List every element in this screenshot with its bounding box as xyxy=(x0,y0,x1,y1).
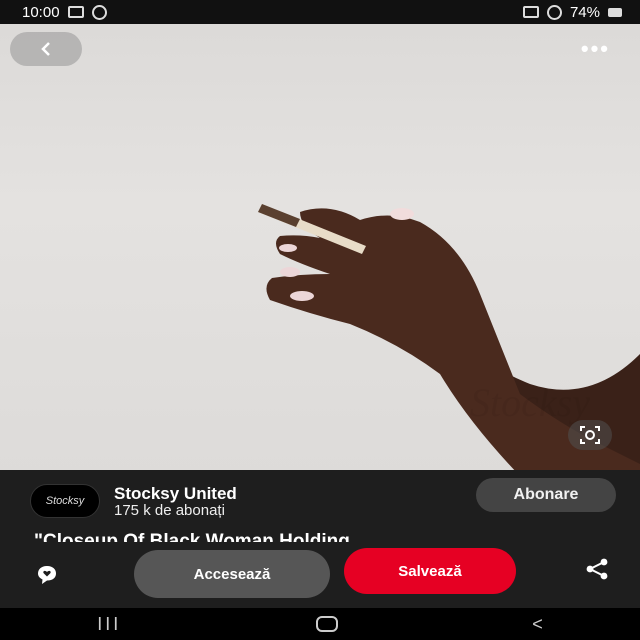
visual-search-icon xyxy=(580,426,600,444)
publisher-name[interactable]: Stocksy United xyxy=(114,484,237,504)
back-button[interactable] xyxy=(10,32,82,66)
pin-details-panel: Stocksy Stocksy United 175 k de abonați … xyxy=(0,470,640,608)
publisher-subscribers: 175 k de abonați xyxy=(114,502,225,519)
hand-illustration: Stocksy xyxy=(258,204,640,476)
clock: 10:00 xyxy=(22,3,60,21)
follow-button[interactable]: Abonare xyxy=(476,478,616,512)
save-button[interactable]: Salvează xyxy=(344,548,516,594)
publisher-avatar[interactable]: Stocksy xyxy=(30,484,100,518)
more-options-button[interactable]: ••• xyxy=(581,36,610,62)
action-row: Accesează Salvează xyxy=(0,544,640,600)
alarm-icon xyxy=(522,6,539,18)
visit-button[interactable]: Accesează xyxy=(134,550,330,598)
chevron-left-icon xyxy=(41,42,50,56)
svg-text:Stocksy: Stocksy xyxy=(470,380,590,425)
home-button[interactable] xyxy=(315,616,338,632)
wifi-icon xyxy=(546,4,562,20)
battery-icon xyxy=(608,7,622,17)
pin-image[interactable]: Stocksy ••• xyxy=(0,24,640,476)
pin-title: "Closeup Of Black Woman Holding xyxy=(34,531,350,542)
more-horizontal-icon: ••• xyxy=(580,36,610,61)
avatar-logo: Stocksy xyxy=(45,495,85,507)
status-bar: 10:00 74% xyxy=(0,0,640,24)
share-button[interactable] xyxy=(584,558,610,585)
share-icon xyxy=(586,558,608,580)
whatsapp-notification-icon xyxy=(91,4,107,20)
battery-percent: 74% xyxy=(569,3,600,21)
recent-apps-button[interactable]: III xyxy=(97,614,121,635)
system-back-button[interactable]: < xyxy=(532,614,543,635)
comment-button[interactable] xyxy=(36,564,58,591)
visual-search-button[interactable] xyxy=(568,420,612,450)
system-navigation-bar: III < xyxy=(0,608,640,640)
chat-bubble-heart-icon xyxy=(38,566,56,584)
gallery-notification-icon xyxy=(67,6,84,18)
